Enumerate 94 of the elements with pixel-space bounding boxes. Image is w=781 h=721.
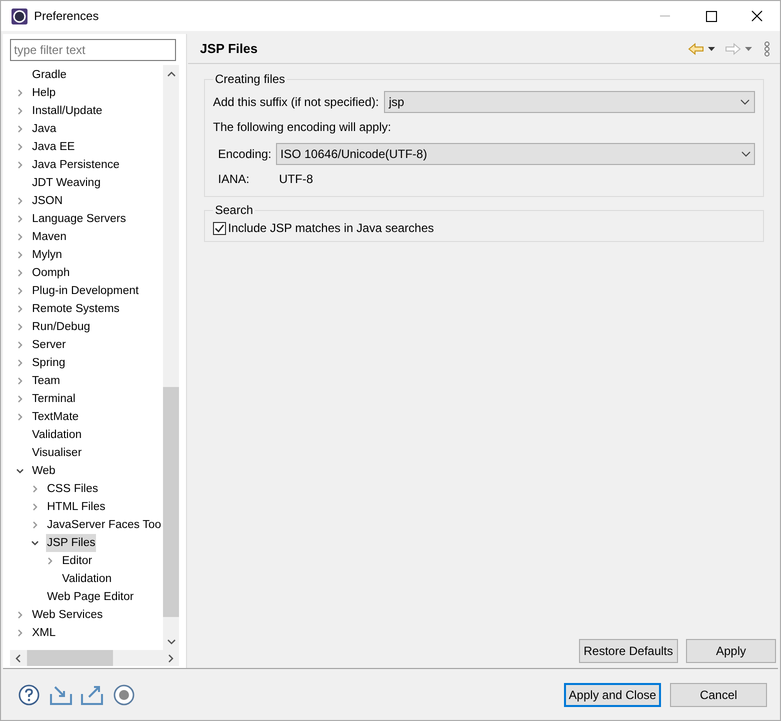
chevron-right-icon[interactable] — [31, 521, 39, 529]
chevron-right-icon[interactable] — [16, 377, 24, 385]
apply-button[interactable]: Apply — [686, 639, 776, 663]
suffix-dropdown[interactable]: jsp — [384, 91, 755, 113]
chevron-right-icon[interactable] — [31, 503, 39, 511]
tree-item[interactable]: Team — [31, 372, 62, 390]
scroll-up-icon[interactable] — [166, 71, 176, 77]
chevron-right-icon[interactable] — [16, 143, 24, 151]
chevron-down-icon[interactable] — [31, 539, 39, 547]
encoding-dropdown[interactable]: ISO 10646/Unicode(UTF-8) — [276, 143, 755, 165]
chevron-right-icon[interactable] — [16, 161, 24, 169]
app-icon — [11, 8, 28, 24]
scrollbar-thumb[interactable] — [163, 387, 179, 617]
chevron-right-icon[interactable] — [16, 89, 24, 97]
horizontal-scrollbar[interactable] — [10, 650, 179, 666]
chevron-right-icon[interactable] — [16, 413, 24, 421]
chevron-right-icon[interactable] — [31, 485, 39, 493]
chevron-down-icon[interactable] — [16, 467, 24, 475]
scroll-left-icon[interactable] — [15, 654, 21, 662]
tree-item[interactable]: XML — [31, 624, 57, 642]
vertical-scrollbar[interactable] — [163, 65, 179, 650]
tree-item[interactable]: Help — [31, 84, 57, 102]
window-title: Preferences — [34, 8, 99, 25]
tree-item[interactable]: Java — [31, 120, 58, 138]
checkbox-label[interactable]: Include JSP matches in Java searches — [228, 219, 434, 237]
tree-item[interactable]: HTML Files — [46, 498, 106, 516]
chevron-right-icon[interactable] — [16, 629, 24, 637]
tree-item[interactable]: Web — [31, 462, 56, 480]
tree-item[interactable]: Remote Systems — [31, 300, 121, 318]
group-label: Creating files — [214, 71, 286, 88]
iana-label: IANA: — [218, 171, 250, 188]
forward-arrow-icon[interactable] — [725, 42, 741, 54]
export-icon[interactable] — [81, 684, 103, 704]
page-title: JSP Files — [200, 40, 258, 58]
tree-item[interactable]: Spring — [31, 354, 66, 372]
tree-item[interactable]: Server — [31, 336, 67, 354]
tree-item[interactable]: CSS Files — [46, 480, 100, 498]
chevron-right-icon[interactable] — [16, 107, 24, 115]
tree-item[interactable]: JSON — [31, 192, 64, 210]
tree-item[interactable]: Java Persistence — [31, 156, 121, 174]
chevron-right-icon[interactable] — [16, 233, 24, 241]
chevron-right-icon[interactable] — [16, 215, 24, 223]
tree-item[interactable]: Mylyn — [31, 246, 64, 264]
tree-item[interactable]: Validation — [61, 570, 113, 588]
tree-item[interactable]: Language Servers — [31, 210, 127, 228]
chevron-right-icon[interactable] — [16, 341, 24, 349]
filter-field[interactable]: type filter text — [10, 39, 176, 61]
tree-item[interactable]: JavaServer Faces Too — [46, 516, 162, 534]
apply-and-close-button[interactable]: Apply and Close — [564, 682, 661, 706]
scrollbar-thumb[interactable] — [27, 650, 113, 666]
dropdown-icon[interactable] — [708, 46, 715, 50]
tree-item[interactable]: JDT Weaving — [31, 174, 102, 192]
tree-item[interactable]: Oomph — [31, 264, 71, 282]
chevron-right-icon[interactable] — [16, 269, 24, 277]
tree-item[interactable]: Web Page Editor — [46, 588, 135, 606]
chevron-right-icon[interactable] — [16, 251, 24, 259]
encoding-note: The following encoding will apply: — [213, 119, 392, 136]
chevron-right-icon[interactable] — [16, 287, 24, 295]
chevron-right-icon[interactable] — [16, 305, 24, 313]
tree-item[interactable]: Install/Update — [31, 102, 104, 120]
tree-item[interactable]: Terminal — [31, 390, 76, 408]
tree-item[interactable]: JSP Files — [46, 534, 96, 552]
import-icon[interactable] — [50, 684, 72, 704]
checkbox[interactable] — [213, 222, 226, 234]
iana-value: UTF-8 — [279, 171, 313, 188]
group-label: Search — [214, 202, 254, 219]
chevron-right-icon[interactable] — [16, 395, 24, 403]
tree-item[interactable]: Java EE — [31, 138, 76, 156]
restore-defaults-button[interactable]: Restore Defaults — [578, 639, 678, 663]
tree-item[interactable]: Visualiser — [31, 444, 83, 462]
tree-item[interactable]: Run/Debug — [31, 318, 92, 336]
tree-item[interactable]: Gradle — [31, 66, 68, 84]
more-icon[interactable] — [764, 40, 770, 56]
chevron-right-icon[interactable] — [16, 197, 24, 205]
cancel-button[interactable]: Cancel — [670, 682, 767, 706]
tree-item[interactable]: Editor — [61, 552, 94, 570]
tree-item[interactable]: Maven — [31, 228, 68, 246]
scroll-down-icon[interactable] — [166, 639, 176, 645]
help-icon[interactable] — [18, 684, 40, 706]
chevron-down-icon — [740, 99, 750, 105]
record-icon[interactable] — [113, 684, 135, 706]
chevron-right-icon[interactable] — [46, 557, 54, 565]
chevron-right-icon[interactable] — [16, 611, 24, 619]
chevron-down-icon — [741, 151, 751, 157]
suffix-label: Add this suffix (if not specified): — [213, 94, 379, 111]
tree-item[interactable]: TextMate — [31, 408, 80, 426]
chevron-right-icon[interactable] — [16, 359, 24, 367]
scroll-right-icon[interactable] — [168, 654, 174, 662]
tree-item[interactable]: Web Services — [31, 606, 104, 624]
tree-item[interactable]: Validation — [31, 426, 83, 444]
encoding-label: Encoding: — [218, 146, 272, 163]
chevron-right-icon[interactable] — [16, 323, 24, 331]
tree-item[interactable]: Plug-in Development — [31, 282, 140, 300]
chevron-right-icon[interactable] — [16, 125, 24, 133]
